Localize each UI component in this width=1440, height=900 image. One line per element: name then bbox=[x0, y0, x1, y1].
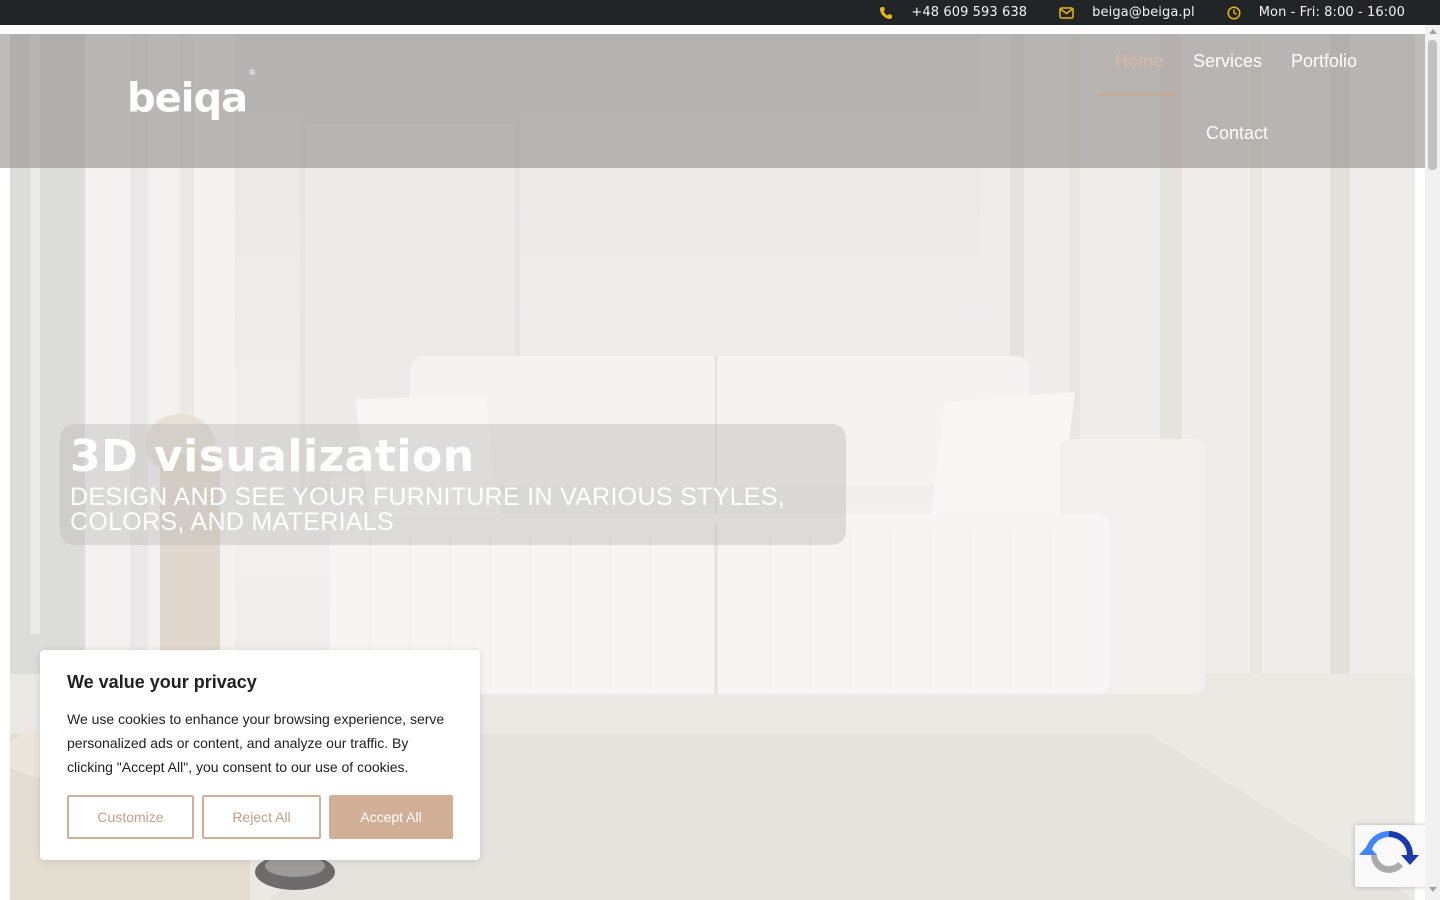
opening-hours: Mon - Fri: 8:00 - 16:00 bbox=[1258, 5, 1405, 20]
clock-icon bbox=[1227, 5, 1241, 20]
reject-all-button[interactable]: Reject All bbox=[202, 795, 321, 839]
email-item[interactable]: beiga@beiga.pl bbox=[1059, 5, 1195, 20]
scroll-up-arrow-icon[interactable] bbox=[1429, 29, 1437, 34]
phone-number[interactable]: +48 609 593 638 bbox=[911, 5, 1027, 20]
nav-portfolio[interactable]: Portfolio bbox=[1291, 50, 1357, 72]
logo-registered-mark: ® bbox=[248, 68, 256, 77]
nav-contact[interactable]: Contact bbox=[1206, 122, 1268, 144]
recaptcha-badge[interactable] bbox=[1355, 825, 1430, 887]
page-scrollbar[interactable] bbox=[1425, 25, 1440, 900]
envelope-icon bbox=[1059, 6, 1074, 19]
nav-active-indicator bbox=[1099, 94, 1177, 96]
customize-button[interactable]: Customize bbox=[67, 795, 194, 839]
nav-services[interactable]: Services bbox=[1193, 50, 1262, 72]
top-info-bar: +48 609 593 638 beiga@beiga.pl Mon - Fri… bbox=[0, 0, 1440, 25]
accept-all-button[interactable]: Accept All bbox=[329, 795, 453, 839]
site-logo[interactable]: beiqa® bbox=[127, 68, 256, 122]
cookie-title: We value your privacy bbox=[67, 672, 257, 692]
nav-home[interactable]: Home bbox=[1115, 50, 1163, 72]
phone-item[interactable]: +48 609 593 638 bbox=[879, 5, 1027, 20]
phone-icon bbox=[880, 6, 893, 19]
cookie-description: We use cookies to enhance your browsing … bbox=[67, 711, 445, 775]
hero-title: 3D visualization bbox=[70, 431, 475, 482]
hours-item: Mon - Fri: 8:00 - 16:00 bbox=[1227, 5, 1405, 20]
logo-text: beiqa bbox=[127, 75, 248, 122]
scroll-down-arrow-icon[interactable] bbox=[1429, 887, 1437, 892]
email-address[interactable]: beiga@beiga.pl bbox=[1092, 5, 1195, 20]
cookie-consent-banner: We value your privacy We use cookies to … bbox=[40, 650, 480, 860]
scrollbar-thumb[interactable] bbox=[1428, 40, 1437, 170]
recaptcha-icon bbox=[1359, 831, 1419, 873]
hero-subtitle: DESIGN AND SEE YOUR FURNITURE IN VARIOUS… bbox=[70, 483, 785, 536]
